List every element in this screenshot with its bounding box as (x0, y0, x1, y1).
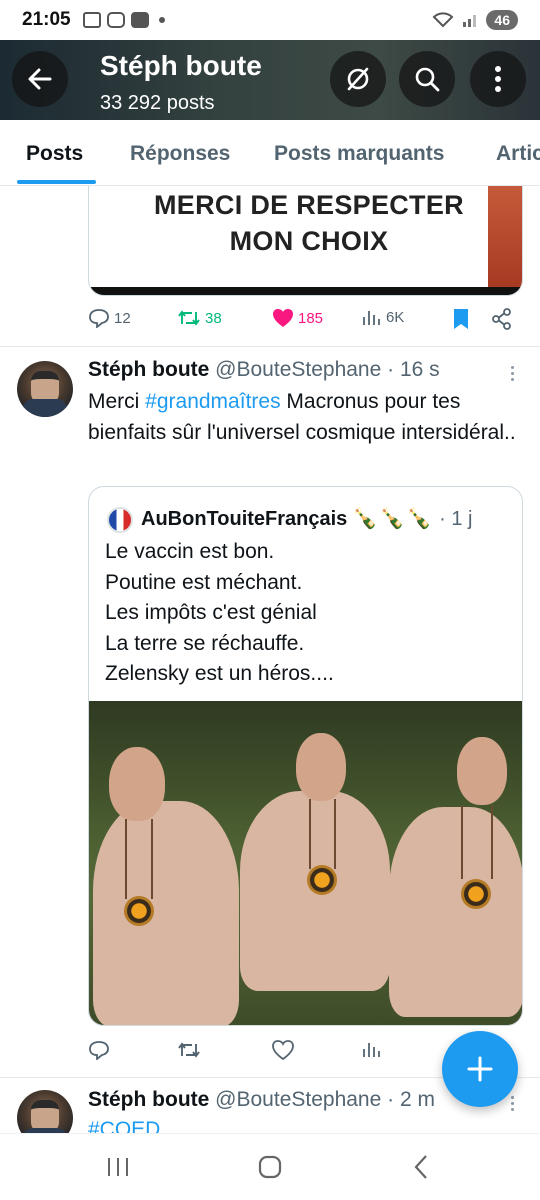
repost-icon (178, 1042, 200, 1058)
reply-count: 12 (114, 309, 131, 327)
hashtag-link[interactable]: #grandmaîtres (145, 390, 280, 413)
share-button[interactable] (491, 308, 513, 330)
french-flag-avatar (107, 507, 133, 533)
post-time: · 16 s (387, 358, 440, 381)
quoted-post-time: · 1 j (439, 508, 473, 530)
wifi-icon (432, 12, 454, 28)
views-button[interactable]: 6K (362, 308, 404, 326)
author-name[interactable]: Stéph boute (88, 358, 209, 381)
figure-right (379, 701, 522, 1025)
eye-off-icon (347, 67, 369, 91)
youtube-icon (130, 12, 149, 28)
screenshot-icon (82, 12, 101, 28)
author-name[interactable]: Stéph boute (88, 1088, 209, 1111)
home-button[interactable] (255, 1152, 285, 1182)
app-icon (106, 12, 125, 28)
like-count: 185 (298, 309, 324, 327)
media-caption-line1: MERCI DE RESPECTER (154, 190, 464, 220)
battery-indicator: 46 (486, 10, 518, 30)
avatar[interactable] (17, 361, 73, 417)
clock: 21:05 (22, 9, 71, 30)
quoted-post-image[interactable] (89, 701, 522, 1025)
quoted-post[interactable]: AuBonTouiteFrançais 🍾🍾🍾 · 1 j Le vaccin … (88, 486, 523, 1026)
previous-post-media[interactable]: MERCI DE RESPECTER MON CHOIX (88, 186, 523, 296)
notification-icons (82, 12, 165, 28)
profile-name: Stéph boute (100, 50, 262, 81)
post-header: Stéph boute @BouteStephane · 16 s (88, 358, 440, 382)
author-handle[interactable]: @BouteStephane (215, 1088, 381, 1111)
like-button[interactable]: 185 (272, 308, 323, 328)
post-divider (0, 346, 540, 347)
media-edge (488, 186, 522, 288)
bookmark-filled-icon (454, 309, 468, 329)
signal-icon (463, 15, 477, 27)
post-text: Merci #grandmaîtres Macronus pour tes bi… (88, 390, 516, 444)
compose-button[interactable] (442, 1031, 518, 1107)
quoted-post-header: AuBonTouiteFrançais 🍾🍾🍾 · 1 j (141, 506, 473, 531)
arrow-left-icon (28, 68, 52, 90)
tab-articles[interactable]: Artic (496, 142, 540, 166)
quoted-post-text: Le vaccin est bon. Poutine est méchant. … (105, 540, 334, 685)
search-button[interactable] (399, 51, 455, 107)
heart-icon (272, 1040, 294, 1060)
reply-button[interactable] (88, 1040, 110, 1060)
repost-count: 38 (205, 309, 222, 327)
media-caption-line2: MON CHOIX (229, 226, 389, 256)
tab-highlights[interactable]: Posts marquants (274, 142, 444, 166)
back-button[interactable] (12, 51, 68, 107)
figure-middle (234, 701, 394, 1025)
search-icon (415, 67, 440, 92)
profile-header: Stéph boute 33 292 posts (0, 40, 540, 120)
repost-button[interactable] (177, 1040, 201, 1060)
post-count: 33 292 posts (100, 92, 215, 114)
reply-icon (89, 1041, 109, 1060)
dot-icon (158, 17, 165, 23)
recent-apps-button[interactable] (103, 1152, 133, 1182)
profile-tabs: Posts Réponses Posts marquants Artic (0, 120, 540, 186)
hide-button[interactable] (330, 51, 386, 107)
home-icon (258, 1155, 282, 1179)
author-handle[interactable]: @BouteStephane (215, 358, 381, 381)
share-icon (492, 308, 511, 330)
reply-icon (89, 309, 109, 328)
media-bottom-bar (89, 287, 522, 295)
heart-filled-icon (273, 309, 293, 327)
views-count: 6K (386, 308, 405, 326)
chevron-left-icon (414, 1155, 427, 1179)
system-navigation-bar (0, 1133, 540, 1200)
figure-left (89, 701, 239, 1025)
plus-icon (467, 1056, 493, 1082)
tab-posts[interactable]: Posts (26, 142, 83, 166)
status-bar: 21:05 46 (0, 0, 540, 40)
repost-button[interactable]: 38 (177, 308, 222, 328)
next-post-hashtag[interactable]: #COED (88, 1114, 518, 1133)
post-more-button[interactable] (500, 361, 524, 385)
tab-replies[interactable]: Réponses (130, 142, 230, 166)
previous-post-actions: 12 38 185 6K (88, 308, 528, 338)
reply-button[interactable]: 12 (88, 308, 131, 328)
repost-icon (178, 310, 200, 326)
views-icon (363, 311, 380, 325)
next-post-header: Stéph boute @BouteStephane · 2 m (88, 1088, 435, 1112)
champagne-emoji: 🍾🍾🍾 (352, 508, 434, 530)
more-vertical-icon (495, 66, 501, 92)
views-button[interactable] (362, 1040, 382, 1058)
recents-icon (108, 1158, 128, 1176)
quoted-author-name: AuBonTouiteFrançais (141, 508, 348, 530)
more-options-button[interactable] (470, 51, 526, 107)
bookmark-button[interactable] (452, 308, 470, 330)
post-time: · 2 m (387, 1088, 435, 1111)
back-nav-button[interactable] (406, 1152, 436, 1182)
views-icon (363, 1043, 380, 1057)
like-button[interactable] (272, 1040, 294, 1060)
active-tab-indicator (17, 180, 96, 184)
